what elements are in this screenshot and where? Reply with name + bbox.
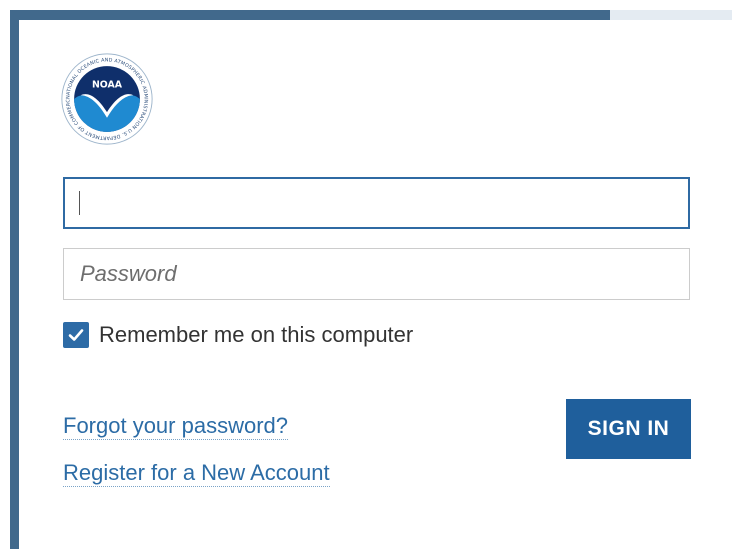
window-edge [610, 10, 732, 20]
register-account-link[interactable]: Register for a New Account [63, 460, 330, 487]
password-field[interactable] [63, 248, 690, 300]
logo-text: NOAA [92, 80, 123, 91]
text-cursor [79, 191, 80, 215]
forgot-password-link[interactable]: Forgot your password? [63, 413, 288, 440]
sign-in-button[interactable]: SIGN IN [566, 399, 691, 459]
remember-me-row[interactable]: Remember me on this computer [63, 320, 413, 350]
checkmark-icon [68, 329, 84, 341]
remember-me-label: Remember me on this computer [99, 322, 414, 347]
username-field[interactable] [63, 177, 690, 229]
remember-me-checkbox[interactable] [63, 322, 89, 348]
noaa-logo-icon: NATIONAL OCEANIC AND ATMOSPHERIC ADMINIS… [60, 52, 153, 145]
